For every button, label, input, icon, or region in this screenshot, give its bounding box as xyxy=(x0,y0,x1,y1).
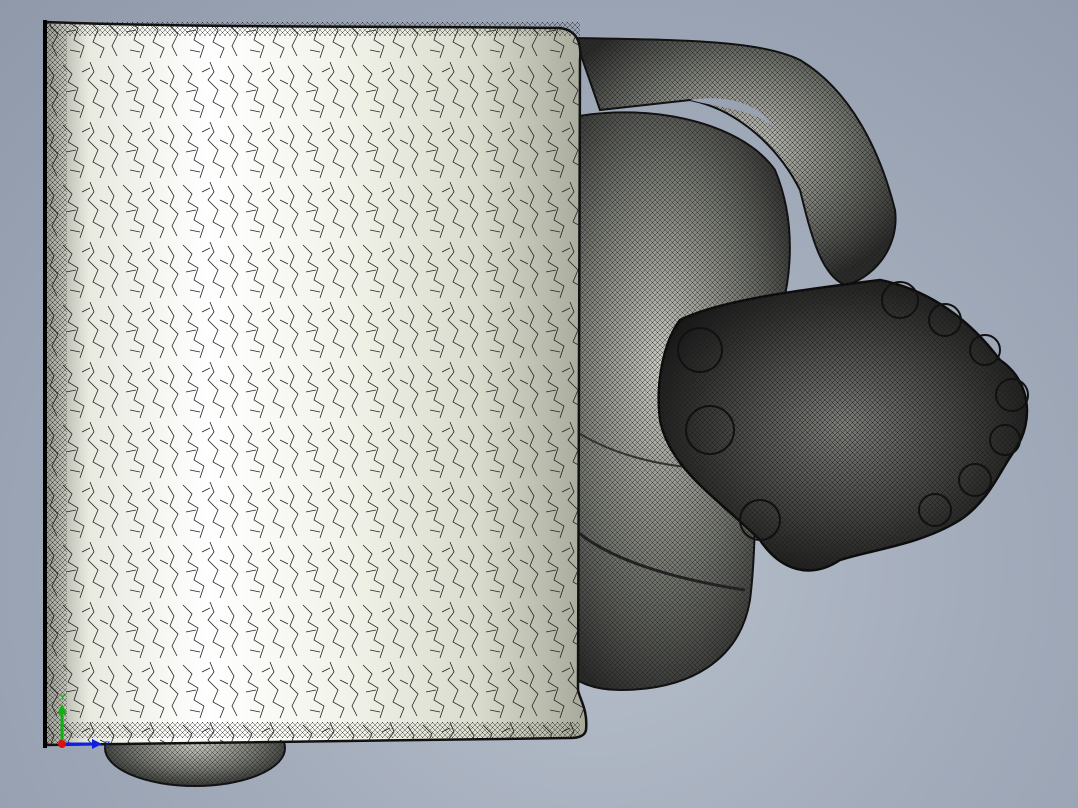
orientation-triad: Y Z xyxy=(57,693,110,751)
z-axis-label: Z xyxy=(104,741,110,751)
y-axis-label: Y xyxy=(59,693,66,703)
model-main-block xyxy=(43,20,588,748)
x-axis-origin-icon xyxy=(58,740,66,748)
z-axis-arrow-icon xyxy=(92,739,102,749)
cad-3d-viewport[interactable] xyxy=(0,0,1078,808)
y-axis-arrow-icon xyxy=(57,704,67,714)
